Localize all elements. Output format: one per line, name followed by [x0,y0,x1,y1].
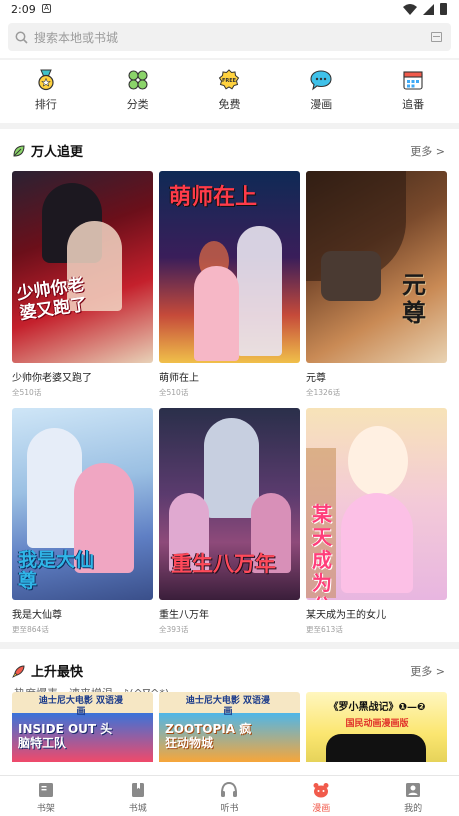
book-card[interactable]: 我是大仙尊 我是大仙尊 更至864话 [12,408,153,635]
tab-audiobook[interactable]: 听书 [184,776,276,816]
tab-bookstore[interactable]: 书城 [92,776,184,816]
book-title: 元尊 [306,373,326,384]
section-header: 上升最快 [12,661,83,680]
status-time: 2:09 [11,3,36,16]
quicknav-category[interactable]: 分类 [92,60,184,123]
promo-text: 国民动画漫画版 [345,719,409,729]
promo-art [326,734,426,762]
cover-title: 少帅你老婆又跑了 [15,274,89,324]
tab-label: 我的 [404,804,423,814]
quicknav-label: 分类 [126,98,149,111]
chat-bubble-icon [310,70,332,91]
scan-icon[interactable] [431,32,442,42]
tab-label: 听书 [220,804,239,814]
book-card[interactable]: 元尊 元尊 全1326话 [306,171,447,398]
free-badge-icon: FREE [219,69,240,90]
comic-mascot-icon [313,783,329,798]
book-chapters: 更至864话 [12,625,49,634]
book-cover[interactable]: 重生八万年 [159,408,300,600]
wifi-icon [403,3,417,15]
quick-nav: 排行 分类 FREE 免费 漫画 追番 [0,60,459,123]
section-title: 上升最快 [31,665,84,680]
quicknav-ranking[interactable]: 排行 [0,60,92,123]
profile-icon [406,783,421,797]
more-link[interactable]: 更多 > [410,143,445,159]
search-input[interactable]: 搜索本地或书城 [8,23,451,51]
cover-title: 某天成为公主 [312,502,332,601]
book-cover[interactable]: 我是大仙尊 [12,408,153,600]
clover-icon [128,70,148,90]
search-placeholder: 搜索本地或书城 [34,30,119,45]
quicknav-comic[interactable]: 漫画 [275,60,367,123]
promo-tag: 迪士尼大电影 双语漫画 [38,696,124,717]
book-cover[interactable]: 元尊 [306,171,447,363]
cover-title: 萌师在上 [169,185,258,210]
quicknav-label: 追番 [402,98,425,111]
book-cover[interactable]: 某天成为公主 [306,408,447,600]
book-chapters: 全393话 [159,625,189,634]
tab-profile[interactable]: 我的 [367,776,459,816]
status-indicators [403,3,447,15]
quicknav-label: 漫画 [310,98,333,111]
bookshelf-icon [38,783,53,797]
cover-title: 我是大仙尊 [18,549,95,592]
quicknav-free[interactable]: FREE 免费 [184,60,276,123]
book-cover[interactable]: 萌师在上 [159,171,300,363]
tab-label: 漫画 [312,804,331,814]
book-card[interactable]: 少帅你老婆又跑了 少帅你老婆又跑了 全510话 [12,171,153,398]
book-title: 某天成为王的女儿 [306,610,386,621]
bottom-tab-bar: 书架 书城 听书 漫画 我的 [0,775,459,816]
section-popular: 万人追更 更多 > 少帅你老婆又跑了 少帅你老婆又跑了 全510话 萌师在上 萌… [0,129,459,642]
cover-title: 重生八万年 [171,552,276,576]
tab-label: 书城 [128,804,147,814]
quicknav-label: 排行 [34,98,57,111]
book-title: 萌师在上 [159,373,199,384]
tab-comics[interactable]: 漫画 [275,776,367,816]
tab-bookshelf[interactable]: 书架 [0,776,92,816]
battery-icon [440,3,447,15]
book-title: 我是大仙尊 [12,610,62,621]
book-card[interactable]: 某天成为公主 某天成为王的女儿 更至613话 [306,408,447,635]
quicknav-anime[interactable]: 追番 [367,60,459,123]
book-title: 少帅你老婆又跑了 [12,373,92,384]
cover-title: 元尊 [402,271,426,327]
medal-icon [38,69,54,91]
book-chapters: 全1326话 [306,388,341,397]
book-card[interactable]: 重生八万年 重生八万年 全393话 [159,408,300,635]
promo-card[interactable]: 《罗小黑战记》❶—❷ 国民动画漫画版 [306,692,447,762]
section-title: 万人追更 [31,145,84,160]
calendar-icon [403,71,423,90]
rocket-icon [12,664,25,678]
book-chapters: 更至613话 [306,625,343,634]
svg-text:FREE: FREE [222,78,237,84]
section-rising: 上升最快 更多 > 热度爆表，速来增温~♪(^∇^*)~ 迪士尼大电影 双语漫画… [0,649,459,775]
search-bar: 搜索本地或书城 [0,18,459,58]
promo-tag: 《罗小黑战记》❶—❷ [328,702,426,713]
promo-card[interactable]: 迪士尼大电影 双语漫画 INSIDE OUT 头脑特工队 [12,692,153,762]
promo-card[interactable]: 迪士尼大电影 双语漫画 ZOOTOPIA 疯狂动物城 [159,692,300,762]
book-chapters: 全510话 [159,388,189,397]
book-chapters: 全510话 [12,388,42,397]
promo-text: ZOOTOPIA 疯狂动物城 [165,722,252,750]
headphones-icon [221,782,238,797]
quicknav-label: 免费 [218,98,241,111]
more-link[interactable]: 更多 > [410,663,445,679]
book-cover[interactable]: 少帅你老婆又跑了 [12,171,153,363]
leaf-icon [13,144,25,157]
signal-icon [423,3,434,15]
section-header: 万人追更 [12,141,83,160]
book-icon [131,783,144,797]
promo-text: INSIDE OUT 头脑特工队 [18,722,113,750]
tab-label: 书架 [36,804,55,814]
status-bar: 2:09 A [0,0,459,18]
book-title: 重生八万年 [159,610,209,621]
notification-icon: A [42,4,51,13]
promo-tag: 迪士尼大电影 双语漫画 [185,696,271,717]
book-card[interactable]: 萌师在上 萌师在上 全510话 [159,171,300,398]
search-icon [8,31,34,44]
